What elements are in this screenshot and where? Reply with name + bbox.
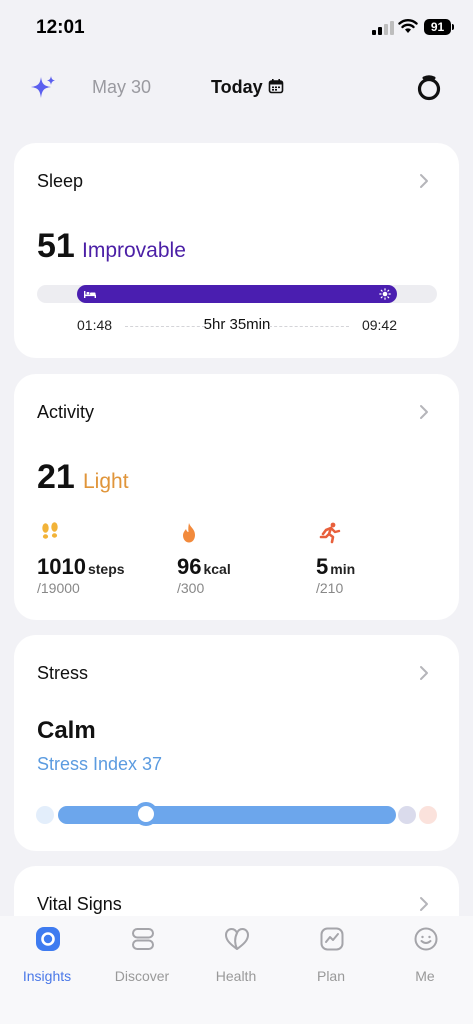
tab-me[interactable]: Me xyxy=(380,926,470,988)
bottom-tab-bar: Insights Discover Health Plan Me xyxy=(0,916,473,1024)
dotted-divider xyxy=(269,326,349,327)
tab-health[interactable]: Health xyxy=(191,926,281,988)
stress-gauge xyxy=(36,802,437,826)
stress-gauge-relaxed-segment xyxy=(36,806,54,824)
sleep-timeline-fill xyxy=(77,285,397,303)
tab-label: Me xyxy=(415,968,435,984)
chevron-right-icon[interactable] xyxy=(419,896,429,912)
tab-label: Health xyxy=(215,968,257,984)
activity-card[interactable]: Activity 21 Light 1010 steps /19000 96 kca… xyxy=(14,374,459,620)
sleep-end-time: 09:42 xyxy=(361,317,397,333)
bed-icon xyxy=(84,291,96,298)
steps-value: 1010 xyxy=(37,554,86,579)
stress-card-title: Stress xyxy=(37,663,89,683)
active-minutes-value: 5 xyxy=(316,554,329,579)
stress-gauge-knob xyxy=(134,802,158,826)
status-bar: 12:01 91 xyxy=(0,0,473,52)
ai-sparkle-icon[interactable] xyxy=(29,74,57,102)
active-minutes-unit: min xyxy=(330,561,356,577)
active-minutes-goal: /210 xyxy=(316,580,344,596)
calories-metric: 96 kcal /300 xyxy=(177,522,317,602)
stress-gauge-high-segment xyxy=(419,806,437,824)
flame-icon xyxy=(183,523,195,543)
activity-rating: Light xyxy=(83,470,129,493)
stress-state: Calm xyxy=(37,717,96,744)
footsteps-icon xyxy=(42,522,58,539)
battery-indicator: 91 xyxy=(424,19,454,35)
chevron-right-icon[interactable] xyxy=(419,665,429,681)
calories-unit: kcal xyxy=(203,561,231,577)
chevron-right-icon[interactable] xyxy=(419,404,429,420)
stress-gauge-medium-segment xyxy=(398,806,416,824)
tab-plan[interactable]: Plan xyxy=(286,926,376,988)
stress-index: Stress Index 37 xyxy=(37,754,163,774)
chevron-right-icon[interactable] xyxy=(419,173,429,189)
steps-unit: steps xyxy=(87,561,125,577)
smart-ring-icon[interactable] xyxy=(416,74,442,102)
sleep-card-title: Sleep xyxy=(37,171,84,191)
calories-value-row: 96 kcal xyxy=(177,554,231,580)
cellular-signal-icon xyxy=(372,21,394,35)
stress-card[interactable]: Stress Calm Stress Index 37 xyxy=(14,635,459,851)
tab-label: Plan xyxy=(316,968,346,984)
stress-gauge-calm-segment xyxy=(58,806,396,824)
sleep-score: 51 xyxy=(37,227,75,265)
active-minutes-value-row: 5 min xyxy=(316,554,355,580)
date-navigation: May 30 Today xyxy=(0,62,473,112)
vital-signs-card-title: Vital Signs xyxy=(37,894,122,914)
tab-discover[interactable]: Discover xyxy=(97,926,187,988)
sun-icon xyxy=(379,288,391,300)
health-icon xyxy=(225,928,249,950)
running-person-icon xyxy=(319,522,341,544)
sleep-times: 01:48 5hr 35min 09:42 xyxy=(37,316,437,337)
wifi-icon xyxy=(398,19,418,33)
steps-value-row: 1010 steps xyxy=(37,554,125,580)
activity-card-title: Activity xyxy=(37,402,95,422)
sleep-rating: Improvable xyxy=(82,239,186,262)
status-time: 12:01 xyxy=(36,17,85,38)
steps-goal: /19000 xyxy=(37,580,80,596)
steps-metric: 1010 steps /19000 xyxy=(37,522,177,602)
insights-icon xyxy=(36,927,60,951)
sleep-timeline-track xyxy=(37,285,437,303)
sleep-card[interactable]: Sleep 51 Improvable 01:48 5hr 35min 09:4… xyxy=(14,143,459,358)
discover-icon xyxy=(132,928,154,950)
tab-label: Insights xyxy=(22,968,72,984)
me-icon xyxy=(414,927,438,951)
previous-date-link[interactable]: May 30 xyxy=(92,77,151,98)
tab-insights[interactable]: Insights xyxy=(2,926,92,988)
plan-icon xyxy=(320,927,344,951)
calendar-icon[interactable] xyxy=(268,78,284,94)
tab-label: Discover xyxy=(114,968,170,984)
activity-score: 21 xyxy=(37,458,75,496)
active-minutes-metric: 5 min /210 xyxy=(316,522,456,602)
current-date-label[interactable]: Today xyxy=(211,77,263,98)
calories-goal: /300 xyxy=(177,580,205,596)
calories-value: 96 xyxy=(177,554,202,579)
